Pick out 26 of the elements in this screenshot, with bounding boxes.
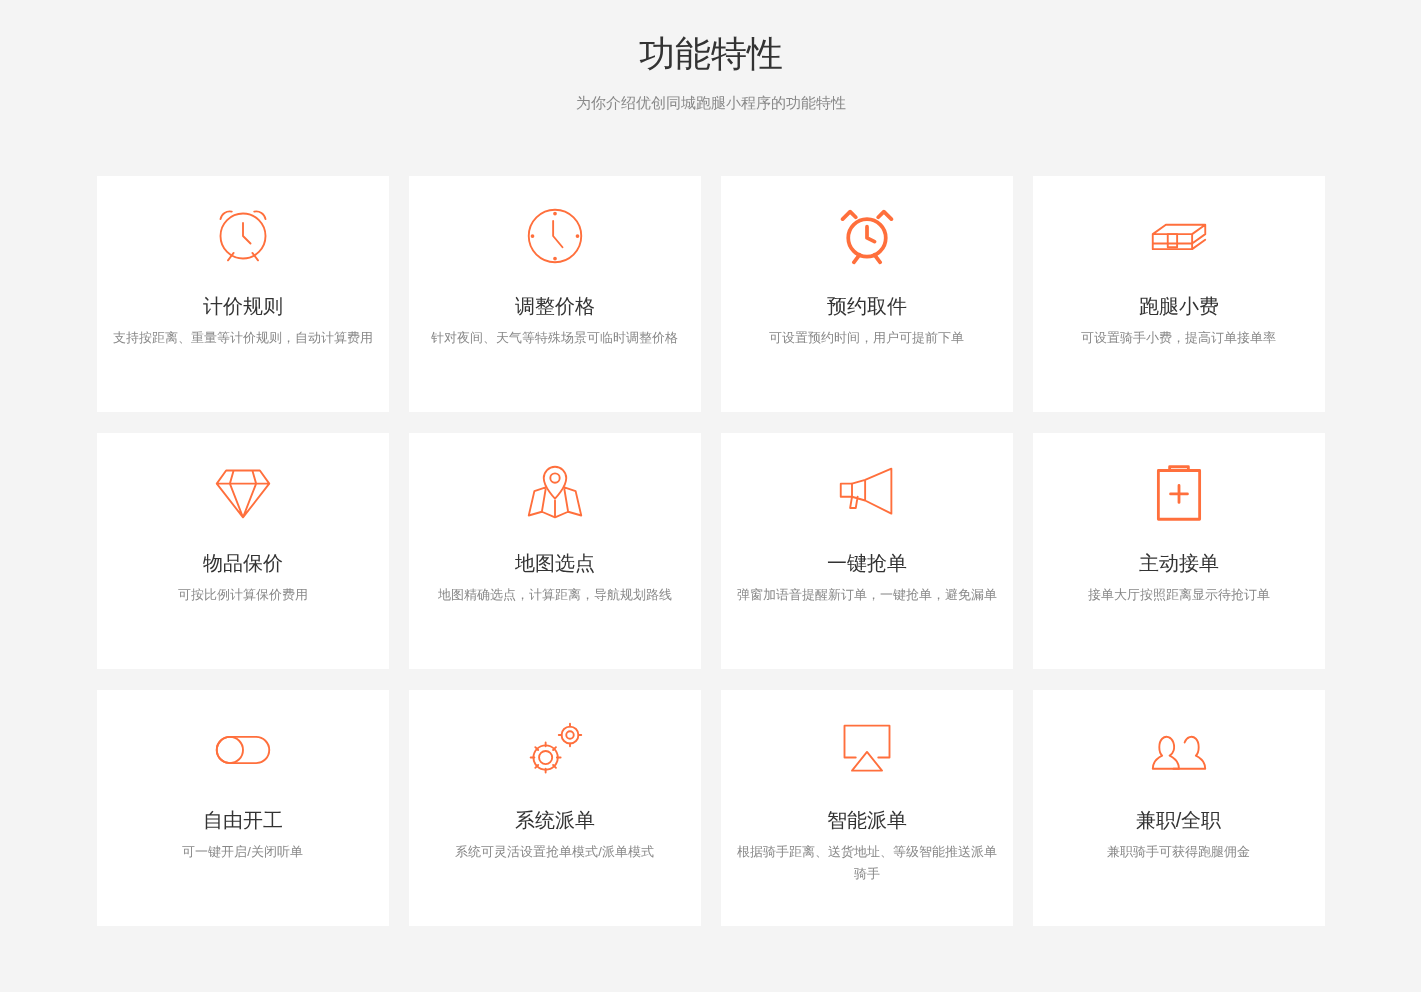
feature-title: 一键抢单	[826, 551, 907, 576]
feature-description: 根据骑手距离、送货地址、等级智能推送派单骑手	[735, 843, 998, 883]
feature-description: 兼职骑手可获得跑腿佣金	[1107, 843, 1250, 861]
feature-title: 自由开工	[202, 808, 283, 833]
feature-title: 调整价格	[514, 294, 595, 319]
feature-title: 物品保价	[202, 551, 283, 576]
feature-description: 可设置骑手小费，提高订单接单率	[1081, 329, 1276, 347]
feature-title: 地图选点	[514, 551, 595, 576]
feature-title: 智能派单	[826, 808, 907, 833]
feature-title: 预约取件	[826, 294, 907, 319]
feature-title: 系统派单	[514, 808, 595, 833]
feature-description: 针对夜间、天气等特殊场景可临时调整价格	[431, 329, 678, 347]
feature-description: 接单大厅按照距离显示待抢订单	[1087, 586, 1270, 604]
feature-description: 可按比例计算保价费用	[177, 586, 308, 604]
feature-description: 弹窗加语音提醒新订单，一键抢单，避免漏单	[736, 586, 997, 604]
feature-description: 可设置预约时间，用户可提前下单	[769, 329, 964, 347]
feature-title: 计价规则	[202, 294, 283, 319]
section-title: 功能特性	[638, 32, 783, 76]
feature-title: 兼职/全职	[1135, 808, 1222, 833]
feature-description: 系统可灵活设置抢单模式/派单模式	[455, 843, 654, 861]
feature-description: 支持按距离、重量等计价规则，自动计算费用	[112, 329, 373, 347]
feature-title: 主动接单	[1138, 551, 1219, 576]
feature-title: 跑腿小费	[1138, 294, 1219, 319]
feature-description: 可一键开启/关闭听单	[182, 843, 303, 861]
section-subtitle: 为你介绍优创同城跑腿小程序的功能特性	[575, 93, 846, 113]
feature-description: 地图精确选点，计算距离，导航规划路线	[437, 586, 672, 604]
